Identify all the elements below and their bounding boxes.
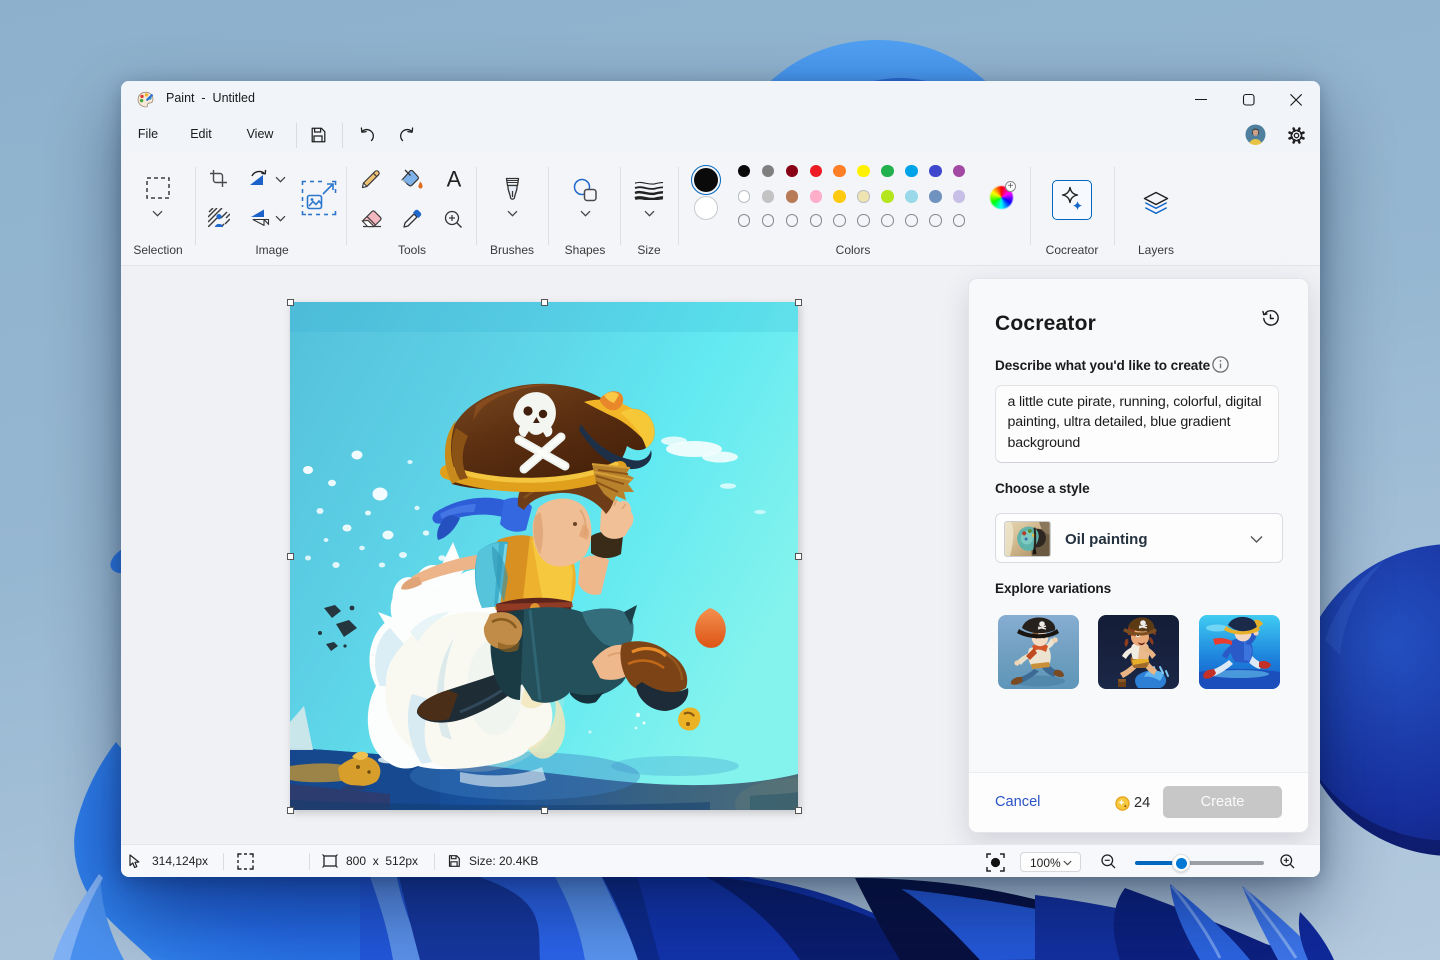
svg-text:A: A [447, 168, 462, 190]
